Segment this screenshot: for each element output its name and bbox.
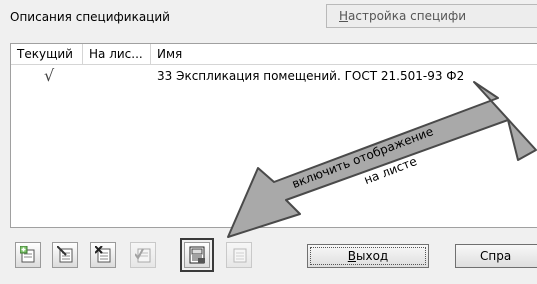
callout-arrow-shape	[227, 81, 537, 238]
callout-arrow	[227, 81, 537, 238]
